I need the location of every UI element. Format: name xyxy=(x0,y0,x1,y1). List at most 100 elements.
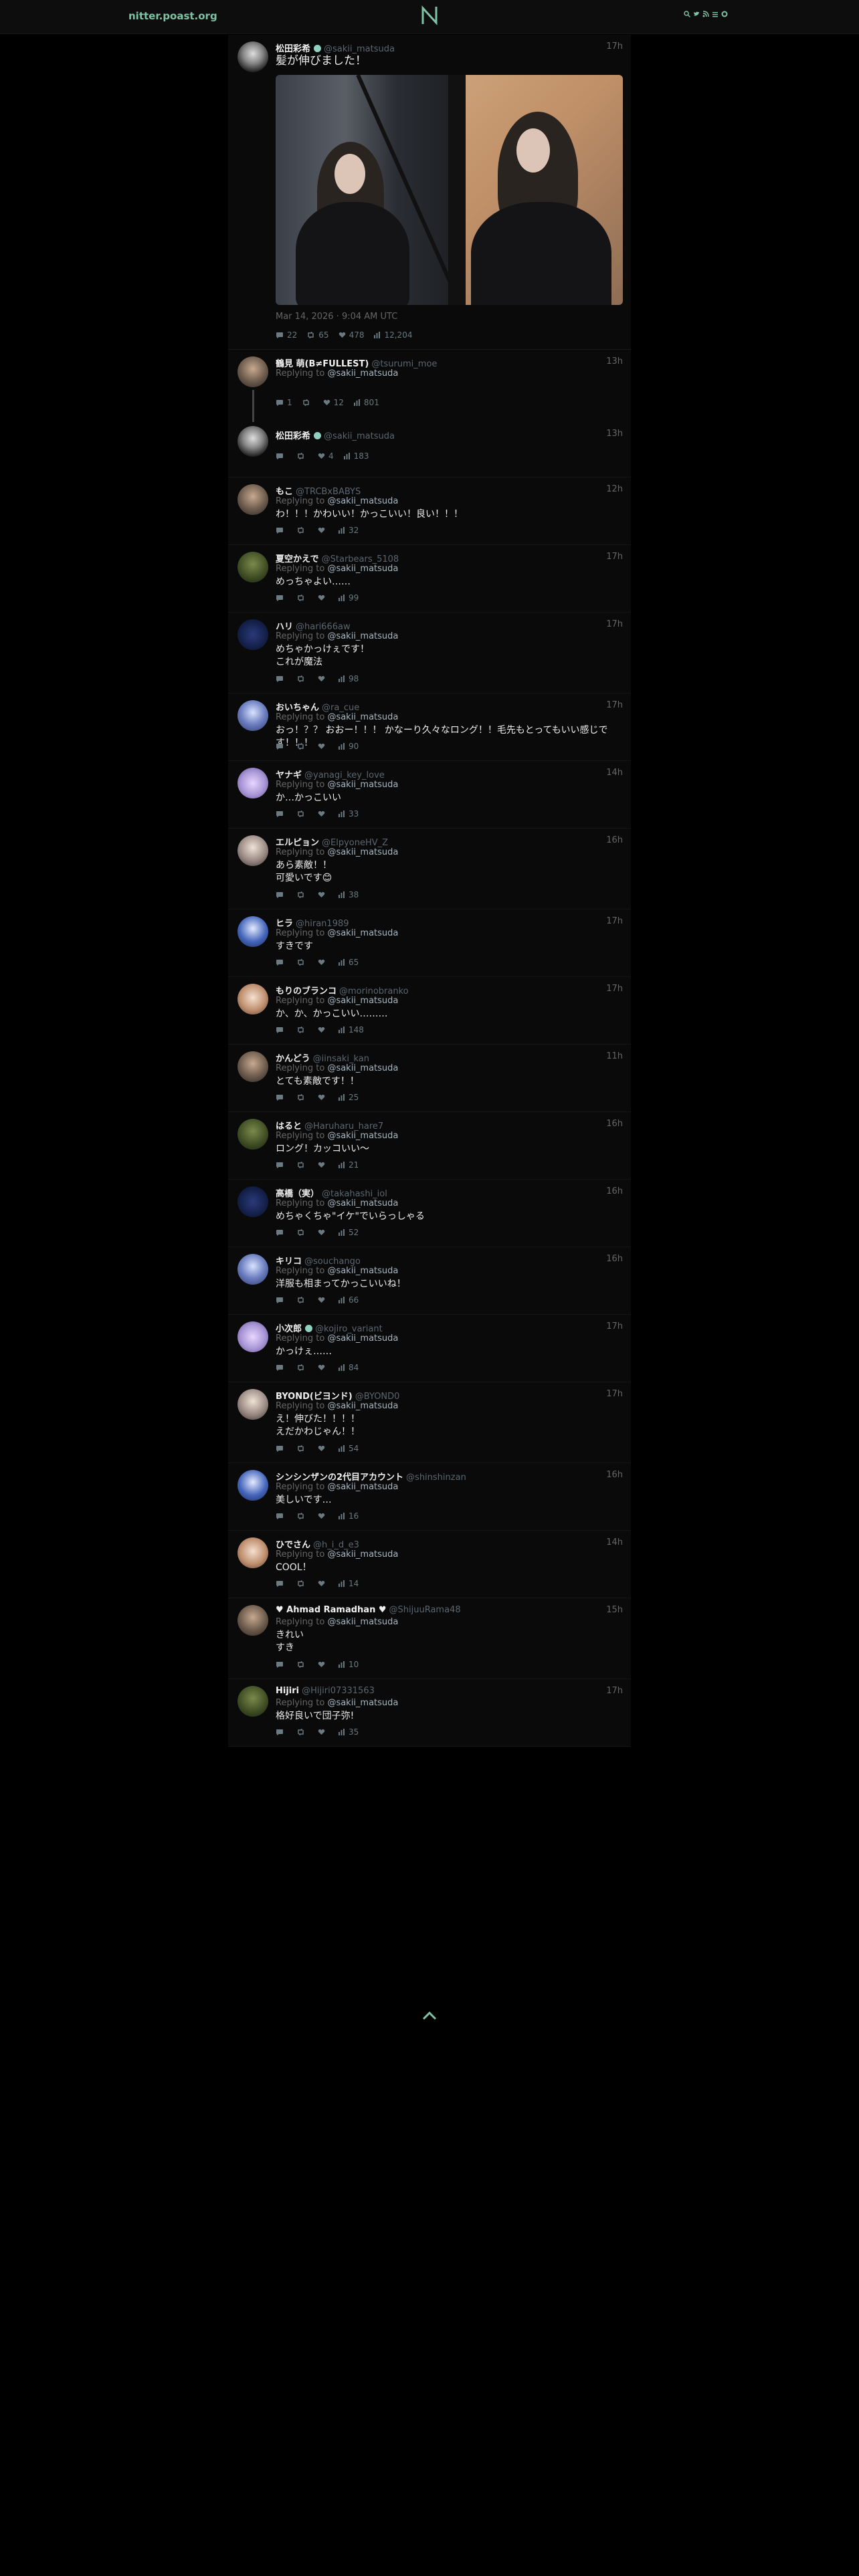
reply-stat[interactable] xyxy=(276,1445,287,1453)
mention-link[interactable]: @sakii_matsuda xyxy=(327,1063,398,1073)
reply-stat[interactable] xyxy=(276,527,287,534)
fullname-link[interactable]: ♥ Ahmad Ramadhan ♥ xyxy=(276,1605,387,1615)
avatar[interactable] xyxy=(237,1389,268,1420)
tweet-media[interactable] xyxy=(276,75,623,305)
like-stat[interactable] xyxy=(318,1513,328,1519)
fullname-link[interactable]: かんどう xyxy=(276,1054,310,1064)
fullname-link[interactable]: 高橋（実） xyxy=(276,1189,319,1199)
retweet-stat[interactable] xyxy=(296,453,308,459)
reply-tweet[interactable]: シンシンザンの2代目アカウント @shinshinzan 16h Replying t… xyxy=(228,1463,631,1531)
views-stat[interactable]: 65 xyxy=(338,958,359,967)
fullname-link[interactable]: Hijiri xyxy=(276,1686,299,1696)
avatar[interactable] xyxy=(237,426,268,457)
retweet-stat[interactable] xyxy=(296,1513,308,1519)
avatar[interactable] xyxy=(237,356,268,387)
reply-stat[interactable] xyxy=(276,811,287,818)
tweet-time-link[interactable]: 15h xyxy=(606,1605,623,1615)
like-stat[interactable] xyxy=(318,595,328,601)
views-stat[interactable]: 10 xyxy=(338,1660,359,1669)
retweet-stat[interactable] xyxy=(296,595,308,601)
reply-tweet[interactable]: 高橋（実） @takahashi_iol 16h Replying to @sakii… xyxy=(228,1180,631,1247)
fullname-link[interactable]: 松田彩希 xyxy=(276,431,310,441)
fullname-link[interactable]: もこ xyxy=(276,487,293,497)
views-stat[interactable]: 99 xyxy=(338,593,359,603)
like-stat[interactable] xyxy=(318,1297,328,1303)
tweet-time-link[interactable]: 16h xyxy=(606,1470,623,1480)
list-icon[interactable] xyxy=(712,11,719,17)
reply-tweet[interactable]: はると @Haruharu_hare7 16h Replying to @sakii_… xyxy=(228,1112,631,1180)
tweet-time-link[interactable]: 13h xyxy=(606,356,623,366)
reply-tweet[interactable]: 夏空かえで @Starbears_5108 17h Replying to @saki… xyxy=(228,545,631,613)
reply-stat[interactable]: 1 xyxy=(276,398,292,407)
username-link[interactable]: @yanagi_key_love xyxy=(304,770,385,780)
like-stat[interactable]: 478 xyxy=(339,330,364,340)
retweet-stat[interactable] xyxy=(296,1094,308,1101)
tweet-time-link[interactable]: 11h xyxy=(606,1051,623,1061)
avatar[interactable] xyxy=(237,1254,268,1285)
reply-stat[interactable] xyxy=(276,1229,287,1237)
tweet-time-link[interactable]: 17h xyxy=(606,1686,623,1696)
views-stat[interactable]: 66 xyxy=(338,1295,359,1305)
thread-tweet[interactable]: 鶴見 萌(B≠FULLEST) @tsurumi_moe 13h Replying t… xyxy=(228,350,631,422)
fullname-link[interactable]: 鶴見 萌(B≠FULLEST) xyxy=(276,359,369,369)
like-stat[interactable] xyxy=(318,1229,328,1236)
mention-link[interactable]: @sakii_matsuda xyxy=(327,928,398,938)
chevron-up-icon[interactable] xyxy=(421,2010,438,2021)
avatar[interactable] xyxy=(237,768,268,798)
reply-stat[interactable] xyxy=(276,1729,287,1736)
like-stat[interactable]: 12 xyxy=(323,398,344,407)
username-link[interactable]: @sakii_matsuda xyxy=(324,44,395,54)
username-link[interactable]: @Starbears_5108 xyxy=(322,554,399,564)
username-link[interactable]: @souchango xyxy=(304,1257,361,1267)
username-link[interactable]: @hari666aw xyxy=(296,622,351,632)
views-stat[interactable]: 84 xyxy=(338,1363,359,1372)
reply-stat[interactable] xyxy=(276,1364,287,1372)
mention-link[interactable]: @sakii_matsuda xyxy=(327,1401,398,1411)
reply-stat[interactable] xyxy=(276,1297,287,1304)
nitter-logo-icon[interactable] xyxy=(420,4,439,27)
fullname-link[interactable]: 小次郎 xyxy=(276,1324,302,1334)
fullname-link[interactable]: ヤナギ xyxy=(276,770,302,780)
fullname-link[interactable]: もりのブランコ xyxy=(276,986,337,996)
views-stat[interactable]: 14 xyxy=(338,1579,359,1588)
avatar[interactable] xyxy=(237,1119,268,1150)
thread-tweet[interactable]: 松田彩希 @sakii_matsuda 13h 4 183 xyxy=(228,422,631,477)
tweet-time-link[interactable]: 17h xyxy=(606,619,623,629)
mention-link[interactable]: @sakii_matsuda xyxy=(327,368,398,379)
reply-stat[interactable] xyxy=(276,1162,287,1169)
avatar[interactable] xyxy=(237,835,268,866)
retweet-stat[interactable] xyxy=(302,399,314,406)
mention-link[interactable]: @sakii_matsuda xyxy=(327,1549,398,1560)
username-link[interactable]: @ShijuuRama48 xyxy=(389,1605,461,1615)
tweet-time-link[interactable]: 17h xyxy=(606,1389,623,1399)
like-stat[interactable] xyxy=(318,1162,328,1168)
site-brand-link[interactable]: nitter.poast.org xyxy=(128,10,217,22)
username-link[interactable]: @shinshinzan xyxy=(406,1473,466,1483)
username-link[interactable]: @TRCBxBABYS xyxy=(296,487,361,497)
like-stat[interactable] xyxy=(318,959,328,966)
tweet-time-link[interactable]: 17h xyxy=(606,552,623,562)
avatar[interactable] xyxy=(237,484,268,515)
avatar[interactable] xyxy=(237,1470,268,1501)
tweet-time-link[interactable]: 17h xyxy=(606,700,623,710)
views-stat[interactable]: 25 xyxy=(338,1093,359,1102)
mention-link[interactable]: @sakii_matsuda xyxy=(327,1333,398,1344)
fullname-link[interactable]: ひでさん xyxy=(276,1540,310,1550)
avatar[interactable] xyxy=(237,1686,268,1717)
tweet-time-link[interactable]: 14h xyxy=(606,768,623,778)
tweet-time-link[interactable]: 16h xyxy=(606,1186,623,1196)
reply-stat[interactable] xyxy=(276,675,287,683)
fullname-link[interactable]: おいちゃん xyxy=(276,703,319,713)
main-tweet[interactable]: 松田彩希 @sakii_matsuda 17h 髪が伸びました！ Mar 14, … xyxy=(228,35,631,350)
views-stat[interactable]: 54 xyxy=(338,1444,359,1453)
reply-stat[interactable] xyxy=(276,1513,287,1520)
views-stat[interactable]: 98 xyxy=(338,674,359,683)
views-stat[interactable]: 148 xyxy=(338,1025,364,1035)
tweet-photo-2[interactable] xyxy=(450,75,623,305)
reply-stat[interactable] xyxy=(276,743,287,750)
tweet-time-link[interactable]: 17h xyxy=(606,984,623,994)
reply-tweet[interactable]: ヒラ @hiran1989 17h Replying to @sakii_matsud… xyxy=(228,909,631,977)
reply-tweet[interactable]: BYOND(ビヨンド) @BYOND0 17h Replying to @sakii_… xyxy=(228,1382,631,1463)
retweet-stat[interactable] xyxy=(296,675,308,682)
views-stat[interactable]: 35 xyxy=(338,1727,359,1737)
